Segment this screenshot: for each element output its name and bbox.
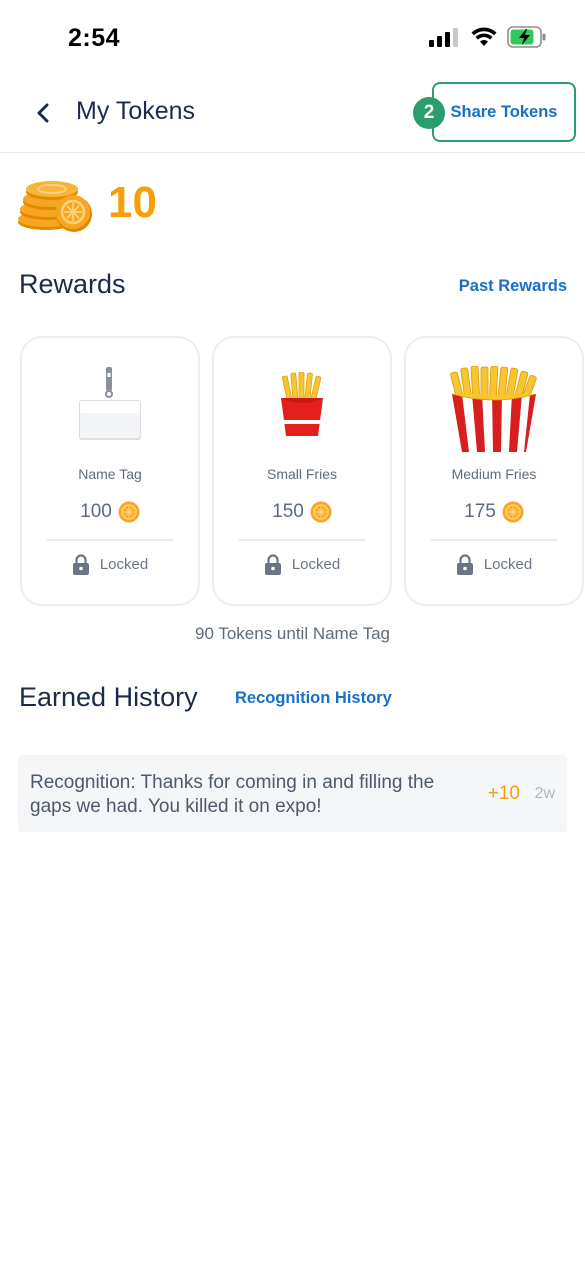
reward-status: Locked	[22, 554, 198, 575]
cellular-signal-icon	[429, 28, 458, 47]
reward-divider	[431, 539, 557, 541]
header: My Tokens Share Tokens	[0, 78, 585, 153]
reward-status-label: Locked	[99, 556, 149, 573]
coin-icon	[310, 501, 332, 523]
reward-card-medium-fries[interactable]: Medium Fries 175 Locked	[404, 336, 584, 606]
coin-icon	[502, 501, 524, 523]
token-balance-value: 10	[108, 178, 157, 227]
medium-fries-image	[406, 364, 582, 454]
step-badge: 2	[413, 97, 445, 129]
history-item-points: +10	[487, 783, 520, 804]
share-tokens-button[interactable]: Share Tokens	[432, 82, 576, 142]
tokens-until-text: 90 Tokens until Name Tag	[195, 624, 390, 643]
back-button[interactable]	[28, 98, 58, 128]
reward-cost-value: 100	[80, 501, 112, 522]
battery-charging-icon	[507, 26, 546, 48]
wifi-icon	[471, 27, 497, 46]
reward-divider	[239, 539, 365, 541]
name-tag-image	[22, 360, 198, 450]
status-bar: 2:54	[0, 0, 585, 78]
earned-history-title: Earned History	[19, 682, 198, 712]
reward-name: Medium Fries	[451, 466, 537, 482]
coin-stack-icon	[18, 181, 92, 232]
reward-status: Locked	[214, 554, 390, 575]
history-item-time: 2w	[534, 785, 555, 802]
reward-divider	[47, 539, 173, 541]
token-balance: 10	[16, 170, 157, 236]
lock-icon	[456, 554, 473, 575]
reward-card-name-tag[interactable]: Name Tag 100 Locked	[20, 336, 200, 606]
history-item-text: Recognition: Thanks for coming in and fi…	[30, 772, 435, 817]
coin-icon	[118, 501, 140, 523]
history-item[interactable]: Recognition: Thanks for coming in and fi…	[18, 755, 567, 832]
past-rewards-link[interactable]: Past Rewards	[459, 277, 567, 296]
reward-cost-value: 150	[272, 501, 304, 522]
reward-status-label: Locked	[483, 556, 533, 573]
reward-name: Name Tag	[78, 466, 142, 482]
reward-status-label: Locked	[291, 556, 341, 573]
small-fries-image	[214, 360, 390, 450]
lock-icon	[264, 554, 281, 575]
reward-cost: 100	[22, 501, 198, 523]
reward-cost-value: 175	[464, 501, 496, 522]
status-time: 2:54	[68, 24, 121, 52]
rewards-carousel[interactable]: Name Tag 100 Locked Small Fries 150 Lock…	[18, 336, 585, 606]
reward-card-small-fries[interactable]: Small Fries 150 Locked	[212, 336, 392, 606]
rewards-title: Rewards	[19, 269, 126, 299]
recognition-history-link[interactable]: Recognition History	[235, 689, 392, 708]
reward-cost: 150	[214, 501, 390, 523]
status-icons	[429, 26, 547, 48]
reward-name: Small Fries	[266, 466, 337, 482]
lock-icon	[72, 554, 89, 575]
reward-cost: 175	[406, 501, 582, 523]
chevron-left-icon	[37, 103, 49, 123]
reward-status: Locked	[406, 554, 582, 575]
page-title: My Tokens	[76, 97, 196, 125]
